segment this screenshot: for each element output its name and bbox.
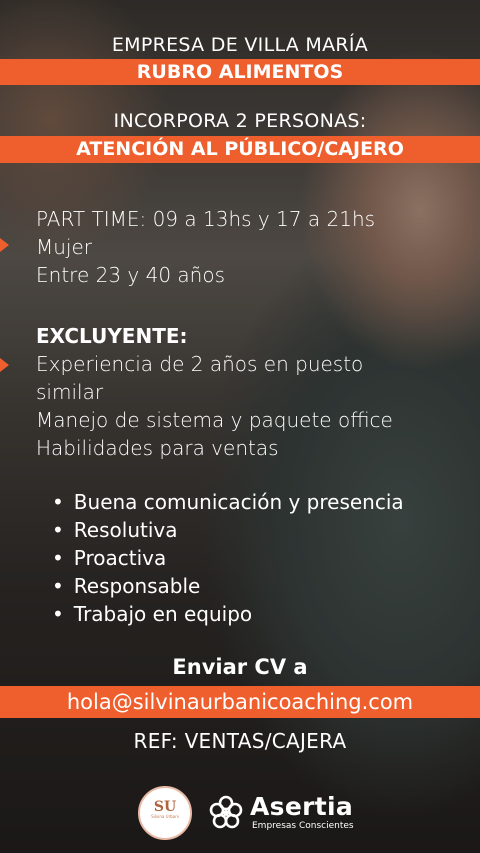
gender-text: Mujer <box>36 235 93 259</box>
requirements-heading: EXCLUYENTE: <box>36 324 188 348</box>
skills-list: Buena comunicación y presencia Resolutiv… <box>52 488 404 628</box>
su-caption: Silvina Urbani <box>151 814 179 819</box>
company-title: EMPRESA DE VILLA MARÍA <box>111 34 369 56</box>
reference-text: REF: VENTAS/CAJERA <box>133 729 347 753</box>
requirement-item: Experiencia de 2 años en puesto <box>36 352 364 376</box>
sector-banner: RUBRO ALIMENTOS <box>0 59 480 85</box>
arrow-marker-icon <box>0 238 9 252</box>
arrow-marker-icon <box>0 358 9 372</box>
requirement-item: similar <box>36 380 104 404</box>
position-banner: ATENCIÓN AL PÚBLICO/CAJERO <box>0 136 480 163</box>
skill-item: Trabajo en equipo <box>52 600 404 628</box>
asertia-tagline: Empresas Conscientes <box>252 821 354 831</box>
requirement-item: Habilidades para ventas <box>36 436 279 460</box>
send-cv-label: Enviar CV a <box>172 655 308 679</box>
email-link[interactable]: hola@silvinaurbanicoaching.com <box>0 686 480 718</box>
su-logo: SU Silvina Urbani <box>138 786 192 840</box>
asertia-name: Asertia <box>250 792 354 821</box>
skill-item: Resolutiva <box>52 516 404 544</box>
details-block: PART TIME: 09 a 13hs y 17 a 21hs Mujer E… <box>36 205 375 289</box>
skill-item: Proactiva <box>52 544 404 572</box>
skill-item: Responsable <box>52 572 404 600</box>
age-range-text: Entre 23 y 40 años <box>36 263 225 287</box>
schedule-text: PART TIME: 09 a 13hs y 17 a 21hs <box>36 207 376 231</box>
hiring-text: INCORPORA 2 PERSONAS: <box>113 110 367 132</box>
skill-item: Buena comunicación y presencia <box>52 488 404 516</box>
asertia-flower-icon <box>209 795 243 829</box>
requirement-item: Manejo de sistema y paquete office <box>36 408 393 432</box>
requirements-block: EXCLUYENTE: Experiencia de 2 años en pue… <box>36 322 393 462</box>
su-monogram: SU <box>153 799 177 815</box>
